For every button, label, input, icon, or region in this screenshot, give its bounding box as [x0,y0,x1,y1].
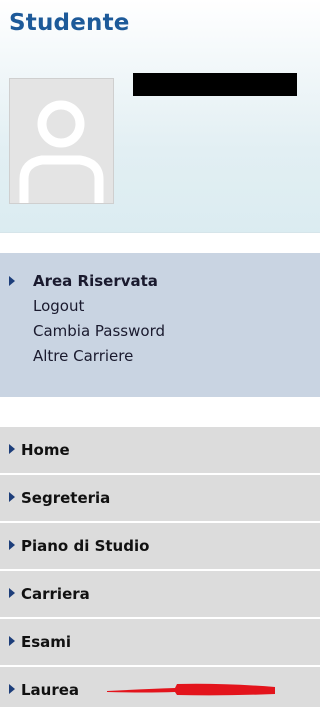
nav-item-label: Piano di Studio [21,537,150,555]
chevron-right-icon [9,684,15,694]
avatar [9,78,114,204]
main-nav-menu: Home Segreteria Piano di Studio Carriera… [0,427,320,707]
chevron-right-icon [9,444,15,454]
nav-item-home[interactable]: Home [0,427,320,475]
altre-carriere-link[interactable]: Altre Carriere [0,344,320,369]
area-riservata-label: Area Riservata [33,272,158,290]
nav-item-segreteria[interactable]: Segreteria [0,475,320,523]
nav-item-esami[interactable]: Esami [0,619,320,667]
nav-item-piano-di-studio[interactable]: Piano di Studio [0,523,320,571]
profile-title: Studente [9,10,130,36]
redacted-student-name [133,73,297,96]
area-riservata-header[interactable]: Area Riservata [0,269,320,294]
nav-item-label: Home [21,441,70,459]
profile-panel: Studente [0,0,320,233]
logout-link[interactable]: Logout [0,294,320,319]
cambia-password-label: Cambia Password [33,322,165,340]
cambia-password-link[interactable]: Cambia Password [0,319,320,344]
chevron-right-icon [9,276,15,286]
nav-item-label: Segreteria [21,489,111,507]
nav-item-label: Laurea [21,681,80,699]
nav-item-carriera[interactable]: Carriera [0,571,320,619]
nav-item-label: Carriera [21,585,90,603]
chevron-right-icon [9,636,15,646]
area-riservata-menu: Area Riservata Logout Cambia Password Al… [0,253,320,397]
nav-item-laurea[interactable]: Laurea [0,667,320,713]
chevron-right-icon [9,540,15,550]
nav-item-label: Esami [21,633,72,651]
chevron-right-icon [9,588,15,598]
user-silhouette-icon [19,100,104,203]
logout-label: Logout [33,297,85,315]
chevron-right-icon [9,492,15,502]
altre-carriere-label: Altre Carriere [33,347,134,365]
